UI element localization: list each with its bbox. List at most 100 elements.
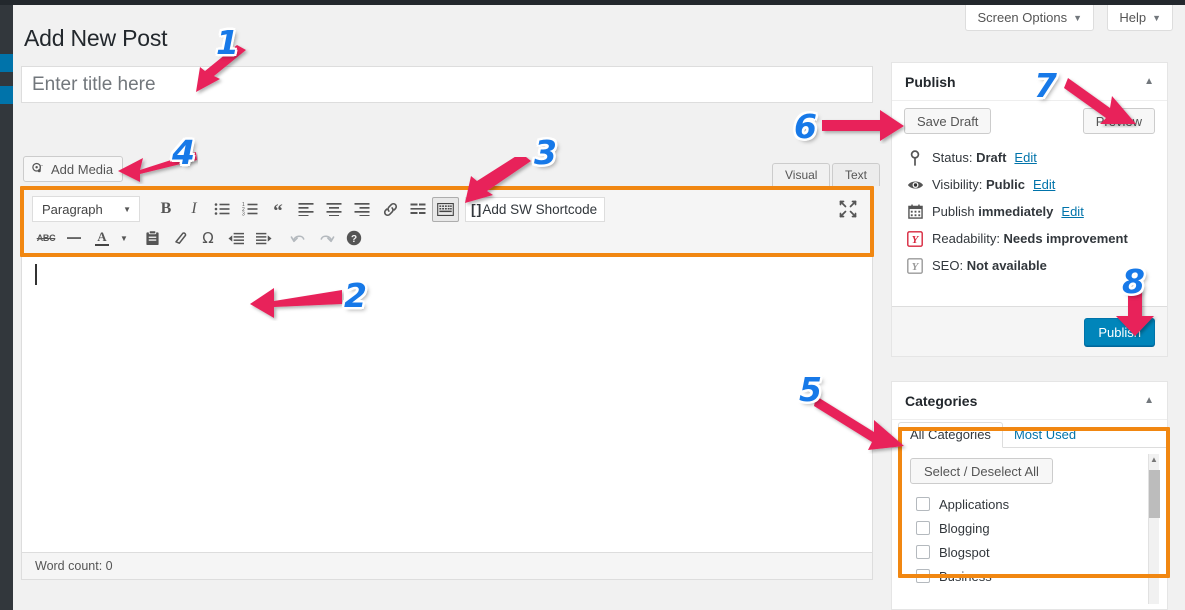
toolbar-row-secondary: ABC A ▼ Ω ?	[32, 226, 368, 250]
preview-button[interactable]: Preview	[1082, 108, 1155, 134]
readability-prefix: Readability:	[932, 231, 1004, 246]
toolbar-row-primary: Paragraph ▼ B I 1 2 3 “ [] Add SW Short…	[32, 195, 606, 223]
indent-icon[interactable]	[250, 225, 278, 251]
category-checkbox[interactable]	[916, 545, 930, 559]
status-text: Status: Draft	[932, 150, 1006, 165]
text-color-icon[interactable]: A	[88, 225, 116, 251]
blockquote-icon[interactable]: “	[264, 196, 292, 222]
post-editor: Paragraph ▼ B I 1 2 3 “ [] Add SW Short…	[21, 186, 873, 580]
tab-text[interactable]: Text	[832, 163, 881, 186]
keyboard-shortcuts-icon[interactable]: ?	[340, 225, 368, 251]
read-more-icon[interactable]	[404, 196, 432, 222]
insert-link-icon[interactable]	[376, 196, 404, 222]
arrow-4	[118, 152, 197, 182]
strikethrough-icon[interactable]: ABC	[32, 225, 60, 251]
post-title-input[interactable]	[21, 66, 873, 103]
numbered-list-icon[interactable]: 1 2 3	[236, 196, 264, 222]
category-item[interactable]: Business	[910, 564, 1167, 588]
visibility-value: Public	[985, 177, 1025, 192]
horizontal-rule-icon[interactable]	[60, 225, 88, 251]
yoast-gray-icon: Y	[906, 257, 924, 275]
schedule-row: Publish immediately Edit	[906, 198, 1167, 225]
category-checkbox[interactable]	[916, 521, 930, 535]
schedule-edit-link[interactable]: Edit	[1061, 204, 1083, 219]
category-label: Business	[939, 568, 992, 584]
toolbar-toggle-icon[interactable]	[432, 196, 459, 222]
category-checkbox[interactable]	[916, 569, 930, 583]
screen-options-label: Screen Options	[977, 10, 1068, 25]
tab-all-categories[interactable]: All Categories	[898, 422, 1003, 448]
outdent-icon[interactable]	[222, 225, 250, 251]
visibility-edit-link[interactable]: Edit	[1033, 177, 1055, 192]
readability-value: Needs improvement	[1003, 231, 1128, 246]
category-item[interactable]: Blogspot	[910, 540, 1167, 564]
align-right-icon[interactable]	[348, 196, 376, 222]
status-prefix: Status:	[932, 150, 977, 165]
schedule-prefix: Publish	[932, 204, 979, 219]
publish-button[interactable]: Publish	[1084, 318, 1155, 346]
publish-panel-header: Publish ▲	[892, 63, 1167, 101]
category-item[interactable]: Blogging	[910, 516, 1167, 540]
fullscreen-icon[interactable]	[836, 197, 860, 221]
category-checkbox[interactable]	[916, 497, 930, 511]
text-caret	[35, 264, 37, 285]
post-content-area[interactable]	[22, 257, 872, 542]
categories-panel-header: Categories ▲	[892, 382, 1167, 420]
add-media-button[interactable]: Add Media	[23, 156, 124, 182]
chevron-up-icon[interactable]: ▲	[1144, 76, 1154, 87]
word-count-bar: Word count: 0	[22, 552, 872, 579]
categories-scrollbar[interactable]: ▲	[1148, 454, 1160, 604]
bulleted-list-icon[interactable]	[208, 196, 236, 222]
text-color-dropdown-icon[interactable]: ▼	[116, 225, 132, 251]
calendar-icon	[906, 203, 924, 221]
tab-text-label: Text	[845, 168, 868, 182]
scrollbar-thumb[interactable]	[1149, 470, 1160, 518]
publish-actions: Save Draft Preview	[892, 101, 1167, 141]
publish-panel-title: Publish	[905, 73, 956, 90]
readability-row: Y Readability: Needs improvement	[906, 225, 1167, 252]
publish-button-label: Publish	[1098, 324, 1141, 340]
scroll-up-icon[interactable]: ▲	[1150, 455, 1158, 464]
categories-panel-title: Categories	[905, 392, 978, 409]
clear-formatting-icon[interactable]	[166, 225, 194, 251]
select-deselect-all-button[interactable]: Select / Deselect All	[910, 458, 1053, 484]
annotation-number-4: 4	[172, 133, 195, 172]
align-left-icon[interactable]	[292, 196, 320, 222]
paste-as-text-icon[interactable]	[138, 225, 166, 251]
schedule-value: immediately	[978, 204, 1054, 219]
preview-label: Preview	[1095, 113, 1142, 129]
admin-top-bar	[0, 0, 1185, 5]
shortcode-bracket-right: ]	[476, 201, 482, 217]
paragraph-format-select[interactable]: Paragraph ▼	[32, 196, 140, 222]
annotation-number-6: 6	[794, 107, 817, 146]
align-center-icon[interactable]	[320, 196, 348, 222]
svg-text:3: 3	[242, 212, 245, 216]
publish-panel: Publish ▲ Save Draft Preview Status: Dra…	[891, 62, 1168, 357]
bold-icon[interactable]: B	[152, 196, 180, 222]
status-edit-link[interactable]: Edit	[1014, 150, 1036, 165]
redo-icon[interactable]	[312, 225, 340, 251]
visibility-row: Visibility: Public Edit	[906, 171, 1167, 198]
add-sw-shortcode-label: Add SW Shortcode	[482, 201, 598, 217]
save-draft-button[interactable]: Save Draft	[904, 108, 992, 134]
category-item[interactable]: Applications	[910, 492, 1167, 516]
category-label: Applications	[939, 496, 1010, 512]
eye-icon	[906, 176, 924, 194]
svg-text:Y: Y	[912, 261, 920, 273]
editor-toolbar: Paragraph ▼ B I 1 2 3 “ [] Add SW Short…	[22, 187, 872, 256]
publish-status-list: Status: Draft Edit Visibility: Public Ed…	[892, 141, 1167, 279]
special-character-icon[interactable]: Ω	[194, 225, 222, 251]
undo-icon[interactable]	[284, 225, 312, 251]
italic-icon[interactable]: I	[180, 196, 208, 222]
tab-visual[interactable]: Visual	[772, 163, 831, 186]
chevron-up-icon[interactable]: ▲	[1144, 395, 1154, 406]
rail-accent-1	[0, 54, 13, 72]
screen-options-button[interactable]: Screen Options ▼	[965, 5, 1094, 31]
tab-most-used[interactable]: Most Used	[1003, 423, 1087, 447]
help-button[interactable]: Help ▼	[1107, 5, 1173, 31]
media-icon	[31, 162, 46, 177]
rail-accent-2	[0, 86, 13, 104]
add-sw-shortcode-button[interactable]: [] Add SW Shortcode	[465, 196, 606, 222]
tab-most-used-label: Most Used	[1013, 427, 1077, 442]
pin-icon	[906, 149, 924, 167]
